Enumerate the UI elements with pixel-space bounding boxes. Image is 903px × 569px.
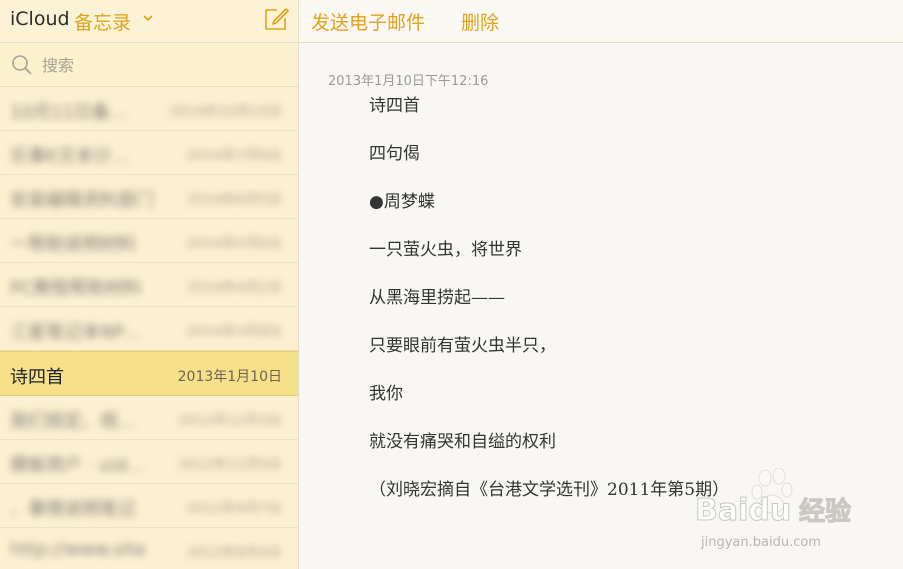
- list-item[interactable]: 、事情说明笔记 2012年9月7日: [0, 484, 298, 528]
- note-title: 模板用户 · uid…: [10, 455, 145, 476]
- note-date: 2012年12月3日: [177, 413, 282, 429]
- note-title: PC教程帮助材料: [10, 278, 142, 299]
- note-date: 2014年3月8日: [186, 324, 282, 340]
- note-title: http://www.site: [10, 539, 146, 560]
- search-input[interactable]: [40, 52, 284, 78]
- baidu-jingyan-watermark: Baidu 经验 jingyan.baidu.com: [695, 468, 852, 550]
- note-title: 我们规定、规…: [10, 411, 136, 432]
- note-date: 2014年5月6日: [186, 236, 282, 252]
- note-title: 三星笔记本NP…: [10, 322, 143, 343]
- watermark-url: jingyan.baidu.com: [700, 535, 821, 550]
- list-item[interactable]: 三星笔记本NP… 2014年3月8日: [0, 307, 298, 351]
- note-date: 2012年11月5日: [177, 457, 282, 473]
- note-body[interactable]: 诗四首 四句偈 ●周梦蝶 一只萤火虫，将世界 从黑海里捞起—— 只要眼前有萤火虫…: [369, 92, 889, 524]
- note-line: 一只萤火虫，将世界: [369, 240, 522, 260]
- list-item[interactable]: PC教程帮助材料 2014年4月2日: [0, 263, 298, 307]
- note-title: 安装编辑资料部门: [10, 190, 154, 211]
- list-item[interactable]: 安装编辑资料部门 2014年6月5日: [0, 175, 298, 219]
- note-timestamp: 2013年1月10日下午12:16: [328, 74, 489, 89]
- note-line: 我你: [369, 384, 403, 404]
- folder-title[interactable]: 备忘录: [74, 8, 131, 35]
- list-item[interactable]: 乐事K文本计… 2014年7月9日: [0, 131, 298, 175]
- selected-note-item[interactable]: 诗四首 2013年1月10日: [0, 351, 298, 396]
- note-date: 2012年9月7日: [186, 501, 282, 517]
- note-list: 10月11日备… 2014年10月10日 乐事K文本计… 2014年7月9日 安…: [0, 87, 298, 569]
- notes-sidebar: iCloud 备忘录 10月11日备… 2014年10月10日 乐事K文本计… …: [0, 0, 299, 569]
- note-date: 2014年4月2日: [186, 280, 282, 296]
- note-title: 10月11日备…: [10, 102, 128, 123]
- sidebar-header: iCloud 备忘录: [0, 0, 298, 43]
- note-date: 2013年1月10日: [177, 369, 282, 385]
- compose-icon[interactable]: [263, 6, 289, 32]
- chevron-down-icon[interactable]: [142, 13, 154, 23]
- list-item[interactable]: 一帮助说明材料 2014年5月6日: [0, 219, 298, 263]
- list-item[interactable]: 我们规定、规… 2012年12月3日: [0, 396, 298, 440]
- editor-toolbar: 发送电子邮件 删除: [299, 0, 903, 43]
- watermark-brand: Baidu: [695, 493, 791, 528]
- app-brand: iCloud: [10, 8, 70, 30]
- note-title: 诗四首: [10, 367, 64, 388]
- note-date: 2014年7月9日: [186, 148, 282, 164]
- note-line: 诗四首: [369, 96, 420, 116]
- note-line: 只要眼前有萤火虫半只，: [369, 336, 556, 356]
- watermark-suffix: 经验: [799, 496, 851, 527]
- send-email-button[interactable]: 发送电子邮件: [311, 8, 425, 35]
- note-date: 2014年6月5日: [186, 192, 282, 208]
- note-line: 从黑海里捞起——: [369, 288, 505, 308]
- list-item[interactable]: 10月11日备… 2014年10月10日: [0, 87, 298, 131]
- list-item[interactable]: http://www.site 2012年8月4日: [0, 528, 298, 569]
- search-icon: [12, 55, 32, 75]
- list-item[interactable]: 模板用户 · uid… 2012年11月5日: [0, 440, 298, 484]
- note-title: 一帮助说明材料: [10, 234, 136, 255]
- note-title: 乐事K文本计…: [10, 146, 130, 167]
- delete-button[interactable]: 删除: [461, 8, 499, 35]
- note-date: 2014年10月10日: [168, 104, 282, 120]
- note-line: ●周梦蝶: [369, 192, 435, 212]
- note-date: 2012年8月4日: [186, 545, 282, 561]
- note-line: 四句偈: [369, 144, 420, 164]
- search-bar: [0, 43, 298, 87]
- note-title: 、事情说明笔记: [10, 499, 136, 520]
